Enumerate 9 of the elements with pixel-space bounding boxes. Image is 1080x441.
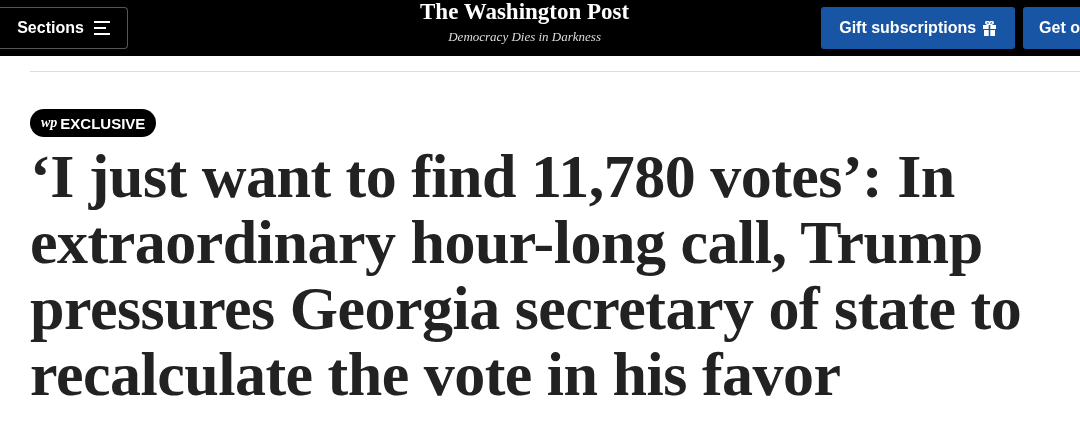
headline: ‘I just want to find 11,780 votes’: In extraordinary hour-long call, Trump pressures Georgia secretary of state to recalculate the vote in his favor	[30, 143, 1023, 407]
gift-subscriptions-button[interactable]: Gift subscriptions	[821, 7, 1016, 49]
logo[interactable]: The Washington Post	[420, 0, 630, 25]
gift-icon	[982, 20, 998, 36]
menu-icon	[93, 21, 110, 35]
subscribe-button[interactable]: Get o	[1023, 7, 1080, 49]
sections-button[interactable]: Sections	[0, 7, 128, 49]
exclusive-badge: wp EXCLUSIVE	[30, 109, 157, 137]
tagline: Democracy Dies in Darkness	[448, 27, 601, 46]
